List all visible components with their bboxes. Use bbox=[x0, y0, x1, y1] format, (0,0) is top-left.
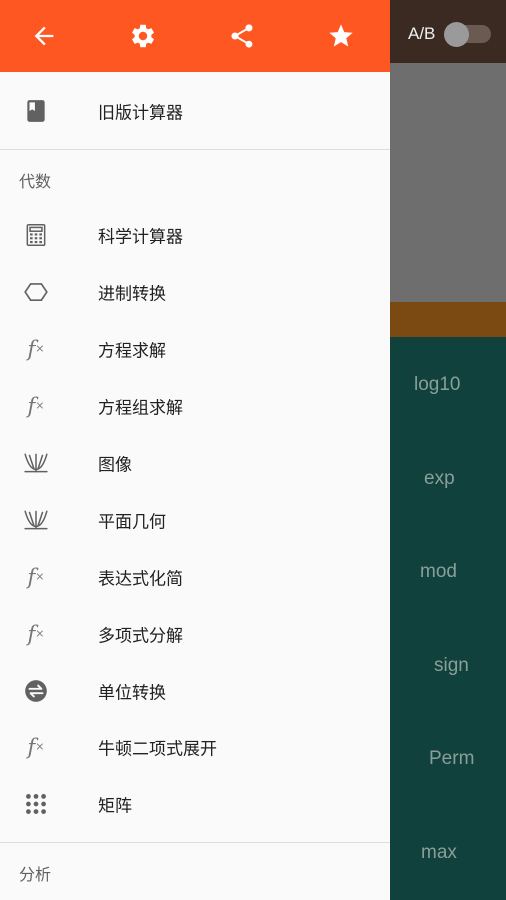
graph-icon bbox=[20, 504, 52, 536]
menu-item-label: 多项式分解 bbox=[98, 626, 183, 646]
key-mod[interactable]: mod bbox=[420, 561, 457, 583]
graph-icon bbox=[20, 447, 52, 479]
share-icon bbox=[231, 24, 253, 48]
menu-item-label: 方程求解 bbox=[98, 341, 166, 361]
key-exp[interactable]: exp bbox=[424, 468, 455, 490]
ab-mode-toggle[interactable] bbox=[444, 22, 491, 47]
grid-icon bbox=[20, 788, 52, 820]
key-log10[interactable]: log10 bbox=[414, 374, 461, 396]
menu-item-binomial-expansion[interactable]: f × 牛顿二项式展开 bbox=[0, 718, 390, 775]
menu-item-label: 单位转换 bbox=[98, 683, 166, 703]
back-button[interactable] bbox=[27, 19, 61, 53]
menu-item-scientific-calculator[interactable]: 科学计算器 bbox=[0, 206, 390, 263]
menu-item-unit-conversion[interactable]: 单位转换 bbox=[0, 662, 390, 719]
section-title-algebra: 代数 bbox=[19, 172, 52, 191]
menu-item-label: 进制转换 bbox=[98, 284, 166, 304]
arrow-back-icon bbox=[34, 26, 54, 46]
toggle-knob bbox=[444, 22, 469, 47]
star-icon bbox=[329, 24, 353, 47]
menu-item-legacy-calculator[interactable]: 旧版计算器 bbox=[0, 82, 390, 139]
menu-item-base-conversion[interactable]: 进制转换 bbox=[0, 263, 390, 320]
menu-item-polynomial-factorization[interactable]: f × 多项式分解 bbox=[0, 605, 390, 662]
calculator-icon bbox=[20, 219, 52, 251]
fx-icon: f × bbox=[27, 336, 45, 361]
gear-icon bbox=[132, 24, 154, 48]
hexagon-icon bbox=[20, 276, 52, 308]
section-title-analysis: 分析 bbox=[19, 865, 52, 884]
menu-item-label: 牛顿二项式展开 bbox=[98, 739, 217, 759]
settings-button[interactable] bbox=[126, 19, 160, 53]
menu-item-matrix[interactable]: 矩阵 bbox=[0, 775, 390, 832]
menu-item-label: 科学计算器 bbox=[98, 227, 183, 247]
share-button[interactable] bbox=[225, 19, 259, 53]
fx-icon: f × bbox=[27, 564, 45, 589]
book-icon bbox=[20, 95, 52, 127]
divider bbox=[0, 149, 390, 150]
menu-item-label: 图像 bbox=[98, 455, 132, 475]
menu-item-label: 方程组求解 bbox=[98, 398, 183, 418]
divider bbox=[0, 842, 390, 843]
fx-icon: f × bbox=[27, 621, 45, 646]
key-sign[interactable]: sign bbox=[434, 655, 469, 677]
favorite-button[interactable] bbox=[324, 19, 358, 53]
menu-item-system-of-equations[interactable]: f × 方程组求解 bbox=[0, 377, 390, 434]
menu-item-equation-solver[interactable]: f × 方程求解 bbox=[0, 320, 390, 377]
menu-item-label: 旧版计算器 bbox=[98, 103, 183, 123]
drawer-header bbox=[0, 0, 390, 72]
menu-item-plane-geometry[interactable]: 平面几何 bbox=[0, 491, 390, 548]
menu-item-label: 矩阵 bbox=[98, 796, 132, 816]
menu-item-graph[interactable]: 图像 bbox=[0, 434, 390, 491]
fx-icon: f × bbox=[27, 393, 45, 418]
key-max[interactable]: max bbox=[421, 842, 457, 864]
navigation-drawer: 旧版计算器 代数 科学计算器 进制转换 f × 方程求解 f × 方程组求解 图像 bbox=[0, 0, 390, 900]
menu-item-label: 平面几何 bbox=[98, 512, 166, 532]
menu-item-label: 表达式化简 bbox=[98, 569, 183, 589]
swap-icon bbox=[20, 675, 52, 707]
ab-mode-label: A/B bbox=[408, 24, 436, 43]
fx-icon: f × bbox=[27, 734, 45, 759]
menu-item-expression-simplification[interactable]: f × 表达式化简 bbox=[0, 548, 390, 605]
key-perm[interactable]: Perm bbox=[429, 748, 474, 770]
